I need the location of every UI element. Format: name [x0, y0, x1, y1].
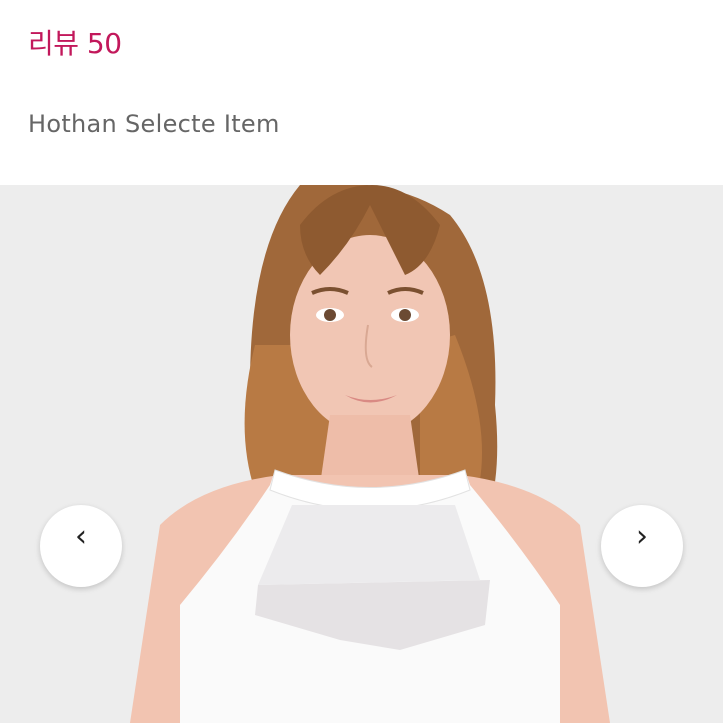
gallery-next-button[interactable]: ›: [601, 505, 683, 587]
chevron-left-icon: ‹: [75, 519, 87, 554]
product-subtitle: Hothan Selecte Item: [28, 110, 280, 138]
product-photo: [130, 185, 610, 723]
chevron-right-icon: ›: [636, 519, 648, 554]
gallery-prev-button[interactable]: ‹: [40, 505, 122, 587]
review-count-link[interactable]: 리뷰 50: [28, 22, 122, 62]
product-image-gallery[interactable]: [0, 185, 723, 723]
